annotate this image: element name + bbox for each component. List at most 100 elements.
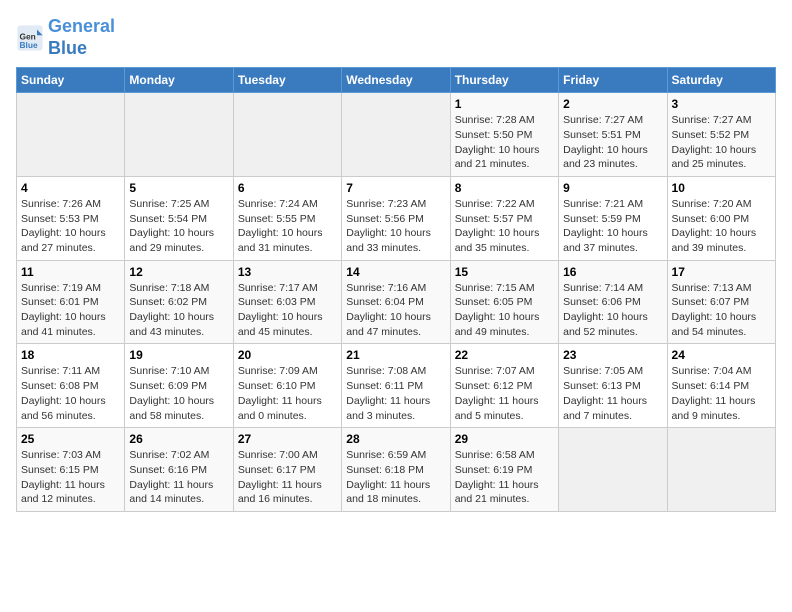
day-number: 5 [129,181,228,195]
calendar-cell: 23 Sunrise: 7:05 AMSunset: 6:13 PMDayligh… [559,344,667,428]
day-info: Sunrise: 7:04 AMSunset: 6:14 PMDaylight:… [672,364,771,423]
day-info: Sunrise: 7:18 AMSunset: 6:02 PMDaylight:… [129,281,228,340]
day-number: 3 [672,97,771,111]
calendar-cell: 4 Sunrise: 7:26 AMSunset: 5:53 PMDaylight… [17,176,125,260]
calendar-cell: 24 Sunrise: 7:04 AMSunset: 6:14 PMDayligh… [667,344,775,428]
calendar-cell [233,93,341,177]
calendar-cell: 17 Sunrise: 7:13 AMSunset: 6:07 PMDayligh… [667,260,775,344]
day-number: 27 [238,432,337,446]
calendar-cell: 19 Sunrise: 7:10 AMSunset: 6:09 PMDayligh… [125,344,233,428]
day-info: Sunrise: 7:17 AMSunset: 6:03 PMDaylight:… [238,281,337,340]
day-number: 10 [672,181,771,195]
day-info: Sunrise: 7:21 AMSunset: 5:59 PMDaylight:… [563,197,662,256]
day-info: Sunrise: 7:05 AMSunset: 6:13 PMDaylight:… [563,364,662,423]
weekday-header: Wednesday [342,68,450,93]
day-info: Sunrise: 7:00 AMSunset: 6:17 PMDaylight:… [238,448,337,507]
day-number: 22 [455,348,554,362]
day-info: Sunrise: 7:11 AMSunset: 6:08 PMDaylight:… [21,364,120,423]
day-number: 17 [672,265,771,279]
svg-text:Blue: Blue [20,39,38,49]
calendar-cell: 26Sunrise: 7:02 AMSunset: 6:16 PMDayligh… [125,428,233,512]
calendar-cell: 12 Sunrise: 7:18 AMSunset: 6:02 PMDayligh… [125,260,233,344]
day-info: Sunrise: 7:19 AMSunset: 6:01 PMDaylight:… [21,281,120,340]
day-number: 20 [238,348,337,362]
logo-text: GeneralBlue [48,16,115,59]
day-number: 14 [346,265,445,279]
day-info: Sunrise: 7:20 AMSunset: 6:00 PMDaylight:… [672,197,771,256]
calendar-cell: 2 Sunrise: 7:27 AMSunset: 5:51 PMDaylight… [559,93,667,177]
calendar-header: SundayMondayTuesdayWednesdayThursdayFrid… [17,68,776,93]
calendar-week-row: 18 Sunrise: 7:11 AMSunset: 6:08 PMDayligh… [17,344,776,428]
calendar-cell: 7 Sunrise: 7:23 AMSunset: 5:56 PMDaylight… [342,176,450,260]
calendar-cell: 8 Sunrise: 7:22 AMSunset: 5:57 PMDaylight… [450,176,558,260]
calendar-cell: 13Sunrise: 7:17 AMSunset: 6:03 PMDayligh… [233,260,341,344]
day-number: 25 [21,432,120,446]
header-row: SundayMondayTuesdayWednesdayThursdayFrid… [17,68,776,93]
calendar-cell: 16 Sunrise: 7:14 AMSunset: 6:06 PMDayligh… [559,260,667,344]
day-number: 19 [129,348,228,362]
calendar-cell [342,93,450,177]
day-info: Sunrise: 7:22 AMSunset: 5:57 PMDaylight:… [455,197,554,256]
day-number: 21 [346,348,445,362]
calendar-cell: 14 Sunrise: 7:16 AMSunset: 6:04 PMDayligh… [342,260,450,344]
calendar-cell: 28 Sunrise: 6:59 AMSunset: 6:18 PMDayligh… [342,428,450,512]
day-info: Sunrise: 7:23 AMSunset: 5:56 PMDaylight:… [346,197,445,256]
day-number: 15 [455,265,554,279]
day-number: 16 [563,265,662,279]
day-info: Sunrise: 6:59 AMSunset: 6:18 PMDaylight:… [346,448,445,507]
calendar-body: 1Sunrise: 7:28 AMSunset: 5:50 PMDaylight… [17,93,776,512]
calendar-cell [667,428,775,512]
day-number: 11 [21,265,120,279]
day-info: Sunrise: 7:26 AMSunset: 5:53 PMDaylight:… [21,197,120,256]
weekday-header: Friday [559,68,667,93]
day-number: 2 [563,97,662,111]
day-info: Sunrise: 7:03 AMSunset: 6:15 PMDaylight:… [21,448,120,507]
day-number: 6 [238,181,337,195]
day-info: Sunrise: 7:14 AMSunset: 6:06 PMDaylight:… [563,281,662,340]
day-number: 4 [21,181,120,195]
logo: Gen Blue GeneralBlue [16,16,115,59]
calendar-cell: 11 Sunrise: 7:19 AMSunset: 6:01 PMDayligh… [17,260,125,344]
calendar-cell: 27 Sunrise: 7:00 AMSunset: 6:17 PMDayligh… [233,428,341,512]
calendar-cell: 25 Sunrise: 7:03 AMSunset: 6:15 PMDayligh… [17,428,125,512]
day-info: Sunrise: 7:13 AMSunset: 6:07 PMDaylight:… [672,281,771,340]
calendar-cell: 9 Sunrise: 7:21 AMSunset: 5:59 PMDaylight… [559,176,667,260]
day-number: 23 [563,348,662,362]
day-info: Sunrise: 7:27 AMSunset: 5:51 PMDaylight:… [563,113,662,172]
day-number: 7 [346,181,445,195]
day-info: Sunrise: 7:10 AMSunset: 6:09 PMDaylight:… [129,364,228,423]
calendar-cell: 5 Sunrise: 7:25 AMSunset: 5:54 PMDaylight… [125,176,233,260]
calendar-cell [17,93,125,177]
calendar-cell: 3Sunrise: 7:27 AMSunset: 5:52 PMDaylight… [667,93,775,177]
day-number: 29 [455,432,554,446]
calendar-week-row: 25 Sunrise: 7:03 AMSunset: 6:15 PMDayligh… [17,428,776,512]
day-info: Sunrise: 7:02 AMSunset: 6:16 PMDaylight:… [129,448,228,507]
calendar-week-row: 1Sunrise: 7:28 AMSunset: 5:50 PMDaylight… [17,93,776,177]
day-info: Sunrise: 6:58 AMSunset: 6:19 PMDaylight:… [455,448,554,507]
calendar-week-row: 11 Sunrise: 7:19 AMSunset: 6:01 PMDayligh… [17,260,776,344]
calendar-cell: 18 Sunrise: 7:11 AMSunset: 6:08 PMDayligh… [17,344,125,428]
day-info: Sunrise: 7:15 AMSunset: 6:05 PMDaylight:… [455,281,554,340]
day-info: Sunrise: 7:25 AMSunset: 5:54 PMDaylight:… [129,197,228,256]
day-number: 24 [672,348,771,362]
calendar-cell: 29 Sunrise: 6:58 AMSunset: 6:19 PMDayligh… [450,428,558,512]
day-number: 28 [346,432,445,446]
day-info: Sunrise: 7:28 AMSunset: 5:50 PMDaylight:… [455,113,554,172]
day-number: 8 [455,181,554,195]
day-info: Sunrise: 7:16 AMSunset: 6:04 PMDaylight:… [346,281,445,340]
weekday-header: Thursday [450,68,558,93]
day-info: Sunrise: 7:08 AMSunset: 6:11 PMDaylight:… [346,364,445,423]
calendar-cell: 15 Sunrise: 7:15 AMSunset: 6:05 PMDayligh… [450,260,558,344]
day-number: 9 [563,181,662,195]
day-info: Sunrise: 7:09 AMSunset: 6:10 PMDaylight:… [238,364,337,423]
day-number: 18 [21,348,120,362]
day-number: 12 [129,265,228,279]
weekday-header: Saturday [667,68,775,93]
logo-icon: Gen Blue [16,24,44,52]
calendar-cell [559,428,667,512]
calendar-cell: 22Sunrise: 7:07 AMSunset: 6:12 PMDayligh… [450,344,558,428]
weekday-header: Monday [125,68,233,93]
calendar-cell [125,93,233,177]
weekday-header: Sunday [17,68,125,93]
calendar-cell: 6Sunrise: 7:24 AMSunset: 5:55 PMDaylight… [233,176,341,260]
